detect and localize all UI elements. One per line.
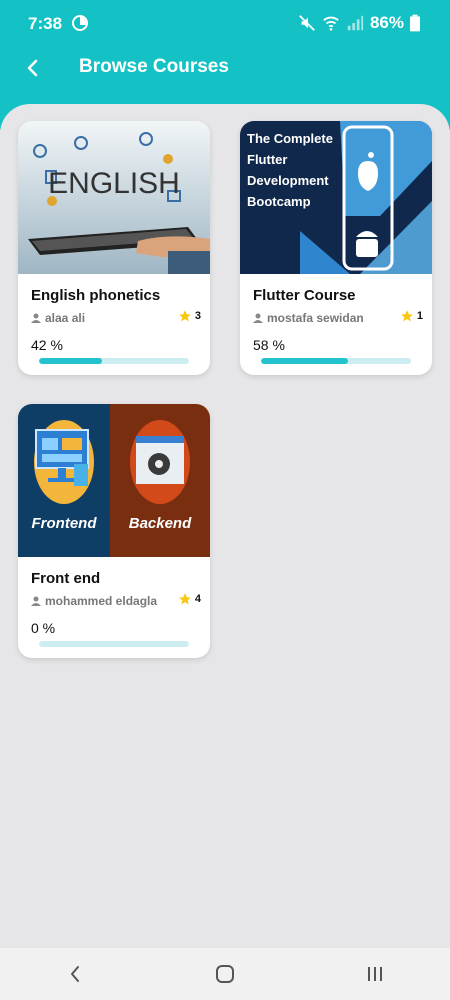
course-card-flutter[interactable]: The Complete Flutter Development Bootcam… [240, 121, 432, 375]
thumbnail-word: ENGLISH [48, 167, 180, 200]
progress-fill [261, 358, 348, 364]
thumbnail-right-label: Backend [129, 515, 192, 532]
progress-bar [39, 641, 189, 647]
mute-icon [299, 15, 315, 31]
nav-recents-button[interactable] [300, 948, 450, 1000]
nav-home-button[interactable] [150, 948, 300, 1000]
page-title: Browse Courses [79, 56, 229, 77]
course-card-english-phonetics[interactable]: ENGLISH English phonetics alaa ali 3 42 … [18, 121, 210, 375]
course-rating: 3 [178, 309, 201, 323]
course-rating: 4 [178, 592, 201, 606]
app-bar: Browse Courses [0, 48, 450, 90]
progress-bar [39, 358, 189, 364]
course-thumbnail-english: ENGLISH [18, 121, 210, 274]
thumbnail-line-3: Development [247, 173, 329, 188]
home-icon [216, 965, 234, 983]
signal-icon [347, 15, 364, 31]
course-thumbnail-flutter: The Complete Flutter Development Bootcam… [240, 121, 432, 274]
person-icon [31, 313, 41, 323]
battery-percent: 86% [369, 13, 404, 32]
battery-icon [410, 14, 420, 32]
person-icon [31, 596, 41, 606]
rating-value: 3 [194, 310, 201, 322]
star-icon [179, 593, 191, 605]
back-button[interactable] [18, 50, 48, 86]
course-title: English phonetics [31, 287, 161, 304]
status-right: 86% [298, 13, 420, 33]
rating-value: 4 [194, 593, 201, 605]
status-bar: 7:38 86% [0, 0, 450, 48]
progress-label: 58 % [253, 337, 285, 353]
course-rating: 1 [400, 309, 423, 323]
thumbnail-line-1: The Complete [247, 131, 333, 146]
course-author: mohammed eldagla [45, 594, 158, 608]
wifi-icon [323, 16, 339, 31]
rating-value: 1 [416, 310, 423, 322]
author-row: alaa ali [31, 310, 201, 326]
data-saver-icon [72, 15, 88, 31]
recents-icon [368, 967, 382, 981]
course-card-front-end[interactable]: Frontend Backend Front end mohammed elda… [18, 404, 210, 658]
progress-label: 0 % [31, 620, 56, 636]
course-grid: ENGLISH English phonetics alaa ali 3 42 … [0, 104, 450, 948]
system-nav-bar [0, 948, 450, 1000]
star-icon [401, 310, 413, 322]
course-author: mostafa sewidan [267, 311, 364, 325]
course-author: alaa ali [45, 311, 86, 325]
nav-back-icon [71, 966, 79, 982]
thumbnail-line-2: Flutter [247, 152, 287, 167]
chevron-left-icon [27, 59, 38, 77]
course-thumbnail-front-end: Frontend Backend [18, 404, 210, 557]
progress-fill [39, 358, 102, 364]
author-row: mohammed eldagla [31, 593, 201, 609]
author-row: mostafa sewidan [253, 310, 423, 326]
progress-bar [261, 358, 411, 364]
nav-back-button[interactable] [0, 948, 150, 1000]
progress-label: 42 % [31, 337, 63, 353]
star-icon [179, 310, 191, 322]
thumbnail-line-4: Bootcamp [247, 194, 311, 209]
status-time: 7:38 [28, 14, 63, 33]
course-title: Flutter Course [253, 287, 356, 304]
person-icon [253, 313, 263, 323]
course-title: Front end [31, 570, 101, 587]
thumbnail-left-label: Frontend [32, 515, 98, 532]
